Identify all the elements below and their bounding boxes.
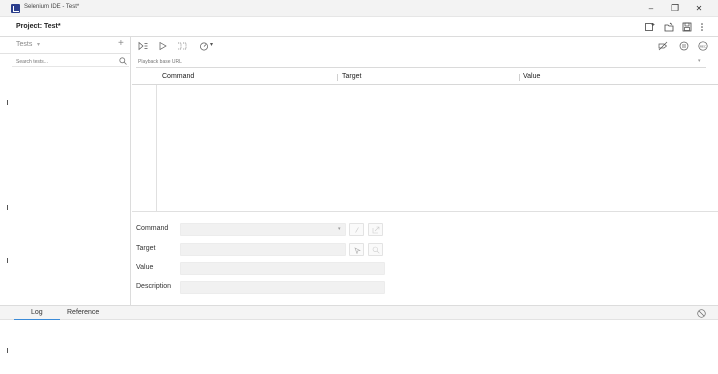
pause-on-exceptions-icon[interactable] xyxy=(679,41,689,51)
tab-log[interactable]: Log xyxy=(31,309,43,316)
tests-sidebar: Tests ▾ + xyxy=(0,37,131,305)
maximize-button[interactable]: ❐ xyxy=(667,2,683,15)
disable-breakpoints-icon[interactable] xyxy=(658,41,668,51)
edge-mark xyxy=(7,258,8,263)
toggle-comment-button[interactable] xyxy=(349,223,364,236)
edge-mark xyxy=(7,348,8,353)
run-current-test-icon[interactable] xyxy=(158,41,168,51)
column-header-command[interactable]: Command xyxy=(162,73,194,80)
external-link-icon xyxy=(372,226,380,234)
target-label: Target xyxy=(136,245,156,252)
edge-mark xyxy=(7,100,8,105)
cursor-select-icon xyxy=(354,247,361,254)
column-separator[interactable] xyxy=(337,74,338,81)
window-title: Selenium IDE - Test* xyxy=(24,4,80,10)
find-target-icon xyxy=(372,246,380,254)
search-icon[interactable] xyxy=(119,57,127,65)
search-tests-input[interactable] xyxy=(16,57,111,66)
command-select-caret: ▾ xyxy=(338,226,341,232)
find-target-button[interactable] xyxy=(368,243,383,256)
description-field[interactable] xyxy=(180,281,385,294)
select-target-button[interactable] xyxy=(349,243,364,256)
new-project-icon[interactable] xyxy=(645,22,655,32)
step-over-icon[interactable] xyxy=(177,41,187,51)
speed-dropdown-caret[interactable]: ▾ xyxy=(210,41,213,48)
open-docs-button[interactable] xyxy=(368,223,383,236)
selenium-app-icon xyxy=(11,4,20,13)
base-url-dropdown-caret[interactable]: ▾ xyxy=(698,58,701,64)
playback-toolbar: ▾ REC xyxy=(132,37,718,54)
target-field[interactable] xyxy=(180,243,346,256)
close-button[interactable]: ✕ xyxy=(691,2,707,15)
open-project-icon[interactable] xyxy=(664,22,674,32)
column-header-value[interactable]: Value xyxy=(523,73,540,80)
search-row xyxy=(12,55,129,67)
column-separator[interactable] xyxy=(519,74,520,81)
run-all-tests-icon[interactable] xyxy=(138,41,148,51)
minimize-button[interactable]: – xyxy=(643,2,659,15)
bottom-panel-tabs: Log Reference xyxy=(0,305,718,321)
command-table-header: Command Target Value xyxy=(132,70,718,85)
tab-reference[interactable]: Reference xyxy=(67,309,99,316)
description-label: Description xyxy=(136,283,172,290)
value-label: Value xyxy=(136,264,154,271)
clear-log-icon[interactable] xyxy=(697,309,706,318)
save-project-icon[interactable] xyxy=(682,22,692,32)
base-url-row: ▾ xyxy=(136,56,706,68)
column-header-target[interactable]: Target xyxy=(342,73,361,80)
tests-dropdown-caret[interactable]: ▾ xyxy=(37,41,40,48)
window-titlebar: Selenium IDE - Test* – ❐ ✕ xyxy=(0,0,718,17)
record-icon[interactable]: REC xyxy=(698,41,708,51)
value-field[interactable] xyxy=(180,262,385,275)
tests-header: Tests ▾ + xyxy=(0,37,130,54)
table-gutter-divider xyxy=(156,85,157,212)
tests-dropdown-label[interactable]: Tests xyxy=(16,41,32,48)
log-output-area xyxy=(0,320,718,374)
command-table[interactable] xyxy=(132,85,718,212)
command-editor: Command ▾ Target Value Description xyxy=(132,213,718,305)
add-test-button[interactable]: + xyxy=(118,38,124,49)
speed-icon[interactable] xyxy=(199,41,209,51)
command-label: Command xyxy=(136,225,169,232)
base-url-input[interactable] xyxy=(138,57,678,67)
project-title: Project: Test* xyxy=(16,23,61,30)
project-bar: Project: Test* xyxy=(0,17,718,37)
edge-mark xyxy=(7,205,8,210)
more-options-icon[interactable] xyxy=(697,22,707,32)
comment-slash-icon xyxy=(355,227,359,233)
svg-text:REC: REC xyxy=(700,44,706,48)
command-select[interactable]: ▾ xyxy=(180,223,346,236)
